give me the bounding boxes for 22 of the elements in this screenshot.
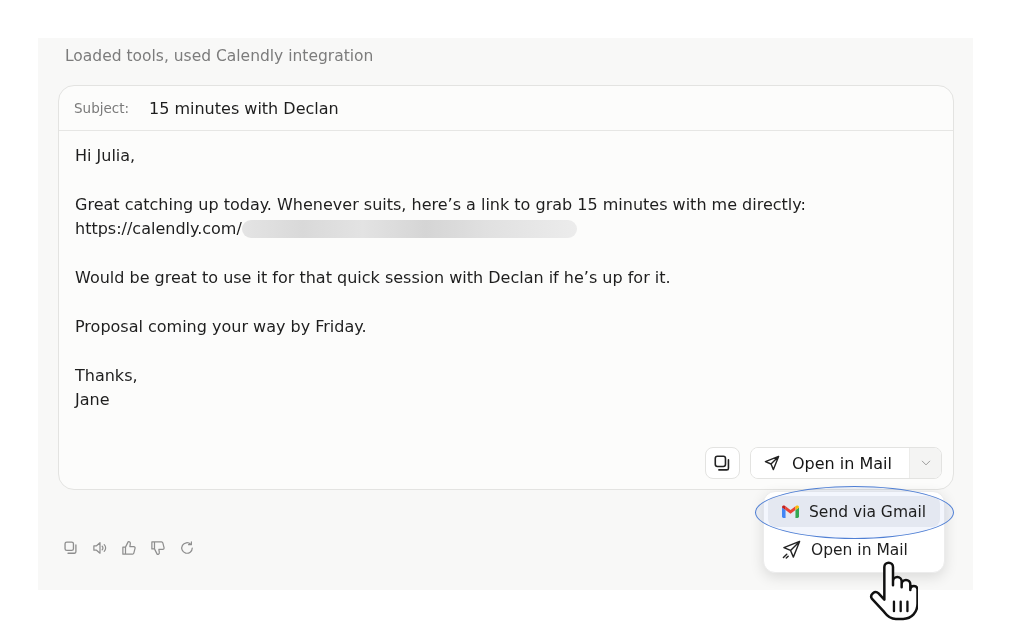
thumbs-up-icon[interactable] xyxy=(122,541,136,556)
email-body-text: Proposal coming your way by Friday. xyxy=(75,315,367,338)
email-body-text: https://calendly.com/ xyxy=(75,218,242,241)
email-body-text: Thanks, xyxy=(75,364,138,387)
email-body-text: Jane xyxy=(75,388,110,411)
email-body-text: Would be great to use it for that quick session with Declan if he’s up for it. xyxy=(75,266,671,289)
copy-button[interactable] xyxy=(705,447,740,480)
retry-icon[interactable] xyxy=(180,541,194,556)
copy-icon[interactable] xyxy=(64,541,78,556)
subject-label: Subject: xyxy=(74,100,130,116)
email-body-text: Great catching up today. Whenever suits, here’s a link to grab 15 minutes with me directly: xyxy=(75,193,806,216)
paper-plane-icon xyxy=(764,455,780,472)
copy-icon xyxy=(714,454,731,472)
thumbs-down-icon[interactable] xyxy=(151,541,165,556)
speaker-icon[interactable] xyxy=(93,541,107,556)
dropdown-toggle-button[interactable] xyxy=(909,448,941,479)
menu-item[interactable]: Open in Mail xyxy=(768,534,940,566)
subject-text: 15 minutes with Declan xyxy=(149,98,339,118)
tool-status-text: Loaded tools, used Calendly integration xyxy=(65,46,374,66)
paper-plane-icon xyxy=(782,540,801,560)
gmail-m-icon xyxy=(782,505,799,519)
email-body-text: Hi Julia, xyxy=(75,145,136,167)
